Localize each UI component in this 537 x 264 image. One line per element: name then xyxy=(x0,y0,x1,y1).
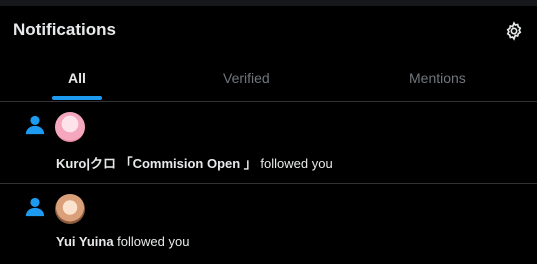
page-title: Notifications xyxy=(13,20,116,39)
tab-label: All xyxy=(68,70,86,86)
person-icon xyxy=(25,115,45,135)
avatar[interactable] xyxy=(55,194,85,224)
tab-all[interactable]: All xyxy=(0,54,179,102)
notification-action: followed you xyxy=(113,234,190,249)
avatar[interactable] xyxy=(55,112,85,142)
gear-icon[interactable] xyxy=(504,21,524,41)
notifications-header: Notifications xyxy=(0,6,537,54)
active-tab-indicator xyxy=(52,96,102,100)
tab-mentions[interactable]: Mentions xyxy=(358,54,537,102)
tab-label: Mentions xyxy=(409,70,466,86)
user-name-link[interactable]: Kuro|クロ 「Commision Open 」 xyxy=(56,156,257,171)
user-name-link[interactable]: Yui Yuina xyxy=(56,234,114,249)
tab-label: Verified xyxy=(223,70,270,86)
notification-action: followed you xyxy=(256,156,333,171)
person-icon xyxy=(25,197,45,217)
notification-tabs: All Verified Mentions xyxy=(0,54,537,102)
notification-text: Yui Yuina followed you xyxy=(56,234,189,249)
notification-item[interactable]: Kuro|クロ 「Commision Open 」 followed you xyxy=(0,102,537,184)
notification-text: Kuro|クロ 「Commision Open 」 followed you xyxy=(56,153,333,172)
notification-item[interactable]: Yui Yuina followed you xyxy=(0,184,537,264)
tab-verified[interactable]: Verified xyxy=(179,54,358,102)
